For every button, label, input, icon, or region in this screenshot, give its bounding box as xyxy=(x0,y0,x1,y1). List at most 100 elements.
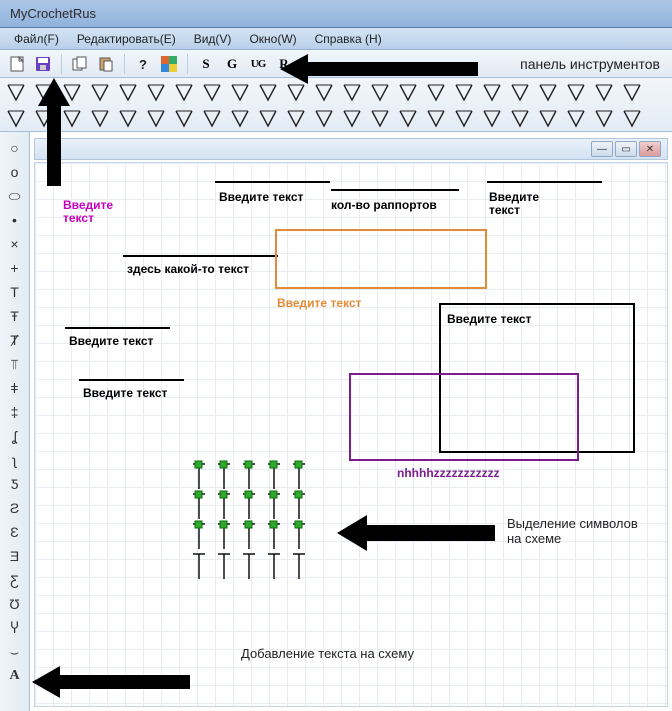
palette-e2-icon[interactable]: Ǝ xyxy=(3,544,27,568)
symbol-v-button[interactable] xyxy=(424,106,448,130)
app-title: MyCrochetRus xyxy=(10,6,96,21)
palette-bar2-icon[interactable]: ‡ xyxy=(3,400,27,424)
symbol-v-button[interactable] xyxy=(172,80,196,104)
symbol-v-button[interactable] xyxy=(508,80,532,104)
palette-hook4-icon[interactable]: Ƨ xyxy=(3,496,27,520)
v-symbol-icon xyxy=(397,107,419,129)
palette-t3-icon[interactable]: ⫪ xyxy=(3,352,27,376)
palette-oval-icon[interactable]: ⬭ xyxy=(3,184,27,208)
symbol-v-button[interactable] xyxy=(4,106,28,130)
palette-tbar-icon[interactable]: Ŧ xyxy=(3,304,27,328)
doc-close-button[interactable]: ✕ xyxy=(639,141,661,157)
symbol-v-button[interactable] xyxy=(116,80,140,104)
palette-u1-icon[interactable]: Ʊ xyxy=(3,592,27,616)
line-1 xyxy=(215,181,330,183)
symbol-v-button[interactable] xyxy=(592,80,616,104)
symbol-v-button[interactable] xyxy=(508,106,532,130)
v-symbol-icon xyxy=(145,107,167,129)
save-button[interactable] xyxy=(32,53,54,75)
v-symbol-icon xyxy=(229,81,251,103)
v-symbol-icon xyxy=(509,107,531,129)
menu-view[interactable]: Вид(V) xyxy=(188,30,238,48)
symbol-v-button[interactable] xyxy=(200,80,224,104)
symbol-v-button[interactable] xyxy=(396,106,420,130)
new-file-button[interactable] xyxy=(6,53,28,75)
menu-file[interactable]: Файл(F) xyxy=(8,30,65,48)
symbol-v-button[interactable] xyxy=(536,80,560,104)
palette-e1-icon[interactable]: Ɛ xyxy=(3,520,27,544)
symbol-v-button[interactable] xyxy=(256,106,280,130)
line-left1 xyxy=(65,327,170,329)
doc-max-button[interactable]: ▭ xyxy=(615,141,637,157)
palette-u2-icon[interactable]: Ⴤ xyxy=(3,616,27,640)
menu-help[interactable]: Справка (H) xyxy=(309,30,388,48)
left-stitch-palette: ○ o ⬭ • × + T Ŧ Ⱦ ⫪ ǂ ‡ ʆ ʅ Ƽ Ƨ Ɛ Ǝ Ƹ Ʊ … xyxy=(0,132,30,711)
palette-e3-icon[interactable]: Ƹ xyxy=(3,568,27,592)
symbol-v-button[interactable] xyxy=(452,106,476,130)
palette-bar1-icon[interactable]: ǂ xyxy=(3,376,27,400)
symbol-v-button[interactable] xyxy=(620,80,644,104)
palette-smallcircle-icon[interactable]: o xyxy=(3,160,27,184)
ug-button[interactable]: UG xyxy=(247,53,269,75)
doc-min-button[interactable]: — xyxy=(591,141,613,157)
palette-plus-icon[interactable]: + xyxy=(3,256,27,280)
line-3 xyxy=(487,181,602,183)
symbol-v-button[interactable] xyxy=(284,106,308,130)
v-symbol-icon xyxy=(117,81,139,103)
symbol-v-button[interactable] xyxy=(228,80,252,104)
copy-button[interactable] xyxy=(69,53,91,75)
v-symbol-icon xyxy=(593,107,615,129)
label-some-text: здесь какой-то текст xyxy=(127,263,249,276)
palette-t-icon[interactable]: T xyxy=(3,280,27,304)
symbol-v-button[interactable] xyxy=(480,106,504,130)
symbol-v-button[interactable] xyxy=(228,106,252,130)
s-button[interactable]: S xyxy=(195,53,217,75)
v-symbol-icon xyxy=(89,107,111,129)
symbol-v-button[interactable] xyxy=(116,106,140,130)
symbol-v-button[interactable] xyxy=(144,80,168,104)
paste-button[interactable] xyxy=(95,53,117,75)
v-symbol-icon xyxy=(565,81,587,103)
palette-hook3-icon[interactable]: Ƽ xyxy=(3,472,27,496)
label-vved3: Введите текст xyxy=(489,191,539,216)
symbol-v-button[interactable] xyxy=(564,106,588,130)
text-tool-button[interactable]: A xyxy=(3,664,27,688)
symbol-v-button[interactable] xyxy=(368,106,392,130)
palette-t2-icon[interactable]: Ⱦ xyxy=(3,328,27,352)
symbol-v-button[interactable] xyxy=(88,80,112,104)
symbol-v-button[interactable] xyxy=(172,106,196,130)
palette-hook2-icon[interactable]: ʅ xyxy=(3,448,27,472)
symbol-v-button[interactable] xyxy=(620,106,644,130)
palette-circle-icon[interactable]: ○ xyxy=(3,136,27,160)
menu-window[interactable]: Окно(W) xyxy=(243,30,302,48)
palette-hook1-icon[interactable]: ʆ xyxy=(3,424,27,448)
palette-bowl-icon[interactable]: ⌣ xyxy=(3,640,27,664)
v-symbol-icon xyxy=(313,107,335,129)
drawing-grid[interactable]: Введите текст Введите текст кол-во раппо… xyxy=(34,162,668,707)
palette-cross-icon[interactable]: × xyxy=(3,232,27,256)
symbol-v-button[interactable] xyxy=(200,106,224,130)
symbol-v-button[interactable] xyxy=(144,106,168,130)
line-left2 xyxy=(79,379,184,381)
v-symbol-icon xyxy=(173,107,195,129)
symbol-v-button[interactable] xyxy=(256,80,280,104)
stitch-selection[interactable] xyxy=(189,459,319,589)
symbol-v-button[interactable] xyxy=(340,106,364,130)
help-button[interactable]: ? xyxy=(132,53,154,75)
v-symbol-icon xyxy=(509,81,531,103)
palette-dot-icon[interactable]: • xyxy=(3,208,27,232)
symbol-v-button[interactable] xyxy=(4,80,28,104)
menubar: Файл(F) Редактировать(E) Вид(V) Окно(W) … xyxy=(0,28,672,50)
symbol-v-button[interactable] xyxy=(592,106,616,130)
menu-edit[interactable]: Редактировать(E) xyxy=(71,30,182,48)
symbol-v-button[interactable] xyxy=(312,106,336,130)
v-symbol-icon xyxy=(481,107,503,129)
symbol-v-button[interactable] xyxy=(88,106,112,130)
symbol-v-button[interactable] xyxy=(536,106,560,130)
symbol-v-button[interactable] xyxy=(564,80,588,104)
purple-rect xyxy=(349,373,579,461)
g-button[interactable]: G xyxy=(221,53,243,75)
symbol-v-button[interactable] xyxy=(480,80,504,104)
color-grid-button[interactable] xyxy=(158,53,180,75)
v-symbol-icon xyxy=(201,81,223,103)
